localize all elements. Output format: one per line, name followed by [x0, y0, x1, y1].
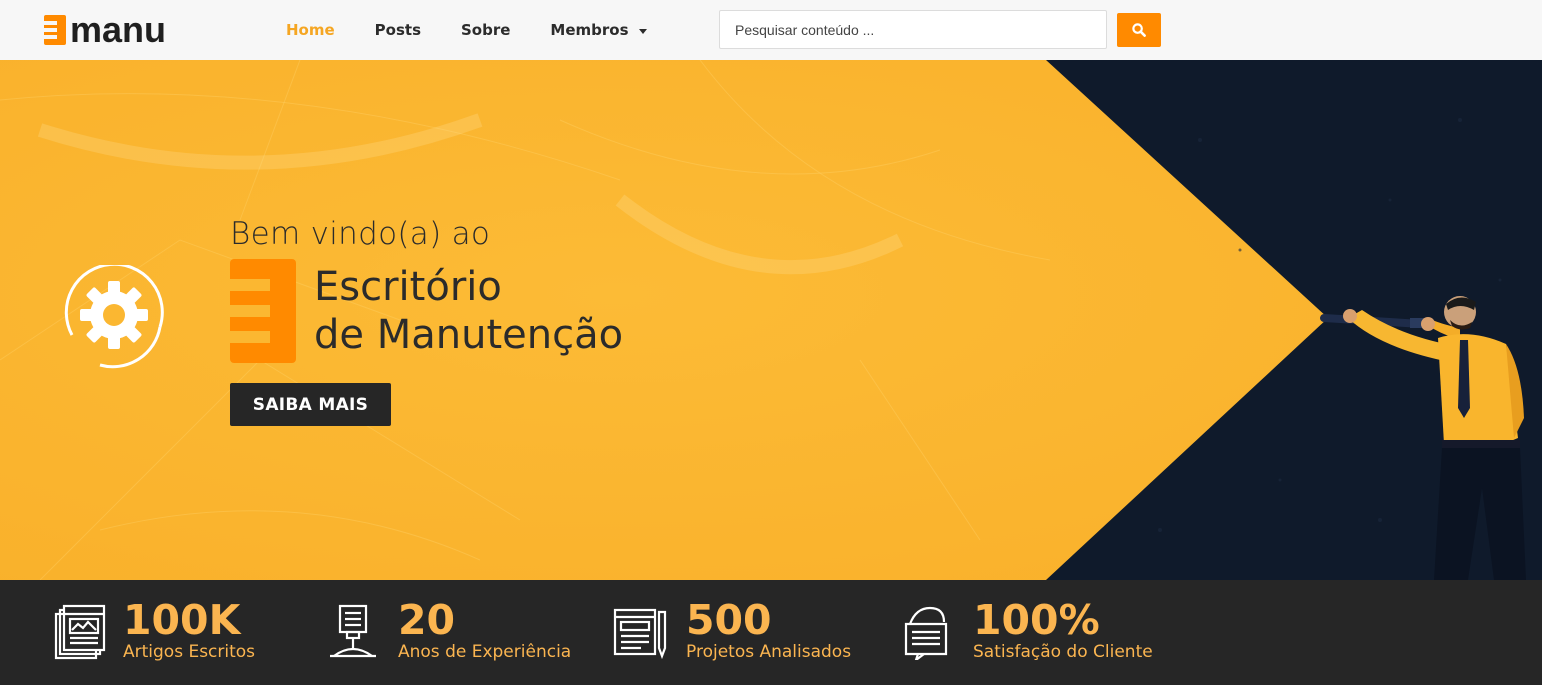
stat-value: 500 — [686, 596, 772, 644]
site-logo[interactable]: manu — [44, 12, 194, 48]
nav-label: Membros — [550, 21, 629, 39]
stat-label: Anos de Experiência — [398, 642, 572, 662]
hero-title-line2: de Manutenção — [314, 312, 624, 358]
hero-title-line1: Escritório — [314, 264, 502, 310]
main-nav: Home Posts Sobre Membros — [286, 0, 687, 60]
nav-label: Home — [286, 21, 335, 39]
site-header: manu Home Posts Sobre Membros — [0, 0, 1542, 60]
nav-item-sobre[interactable]: Sobre — [461, 21, 510, 39]
e-logo-icon — [230, 259, 296, 363]
stat-label: Projetos Analisados — [686, 642, 852, 662]
stats-bar: 100K Artigos Escritos 20 Anos de Experiê… — [0, 580, 1542, 685]
gear-icon — [64, 265, 164, 369]
nav-label: Sobre — [461, 21, 511, 39]
nav-item-home[interactable]: Home — [286, 21, 335, 39]
stat-item: 100% Satisfação do Cliente — [890, 580, 1210, 685]
search-button[interactable] — [1117, 13, 1161, 47]
hero-banner: Bem vindo(a) ao Escritório de Manutenção… — [0, 60, 1542, 580]
satisfaction-icon — [904, 606, 948, 660]
stat-label: Satisfação do Cliente — [973, 642, 1153, 662]
projects-icon — [613, 608, 667, 660]
experience-icon — [330, 604, 376, 658]
articles-icon — [54, 604, 106, 660]
stat-value: 20 — [398, 596, 456, 644]
search-icon — [1132, 23, 1146, 37]
stat-label: Artigos Escritos — [123, 642, 256, 662]
nav-item-membros[interactable]: Membros — [550, 21, 647, 39]
logo-text: manu — [70, 9, 167, 50]
stat-value: 100% — [973, 596, 1100, 644]
stat-value: 100K — [123, 596, 241, 644]
search-input[interactable] — [719, 10, 1107, 49]
nav-label: Posts — [374, 21, 421, 39]
saiba-mais-button[interactable]: SAIBA MAIS — [230, 383, 391, 426]
nav-item-posts[interactable]: Posts — [375, 21, 421, 39]
man-with-telescope-image — [1320, 296, 1526, 580]
logo-e-icon — [44, 15, 66, 45]
stat-item: 20 Anos de Experiência — [300, 580, 600, 685]
stat-item: 500 Projetos Analisados — [600, 580, 890, 685]
caret-down-icon — [638, 28, 647, 34]
stat-item: 100K Artigos Escritos — [0, 580, 300, 685]
hero-welcome-text: Bem vindo(a) ao — [230, 216, 491, 252]
